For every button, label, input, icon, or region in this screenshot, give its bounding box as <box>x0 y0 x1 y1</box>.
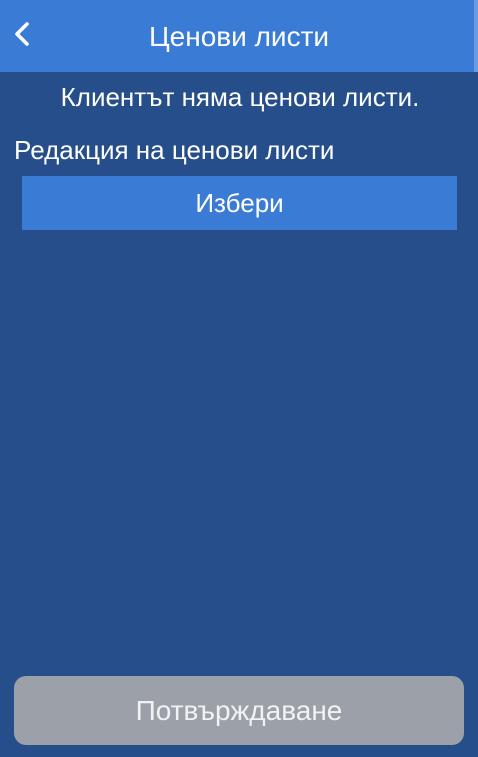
page-title: Ценови листи <box>148 21 330 52</box>
price-list-edit-label: Редакция на ценови листи <box>14 135 335 165</box>
empty-state-message: Клиентът няма ценови листи. <box>60 82 420 112</box>
header-edge-divider <box>474 0 478 72</box>
select-price-list-button[interactable]: Избери <box>22 176 457 230</box>
confirm-button[interactable]: Потвърждаване <box>14 676 464 745</box>
app-bar: Ценови листи <box>0 0 478 72</box>
